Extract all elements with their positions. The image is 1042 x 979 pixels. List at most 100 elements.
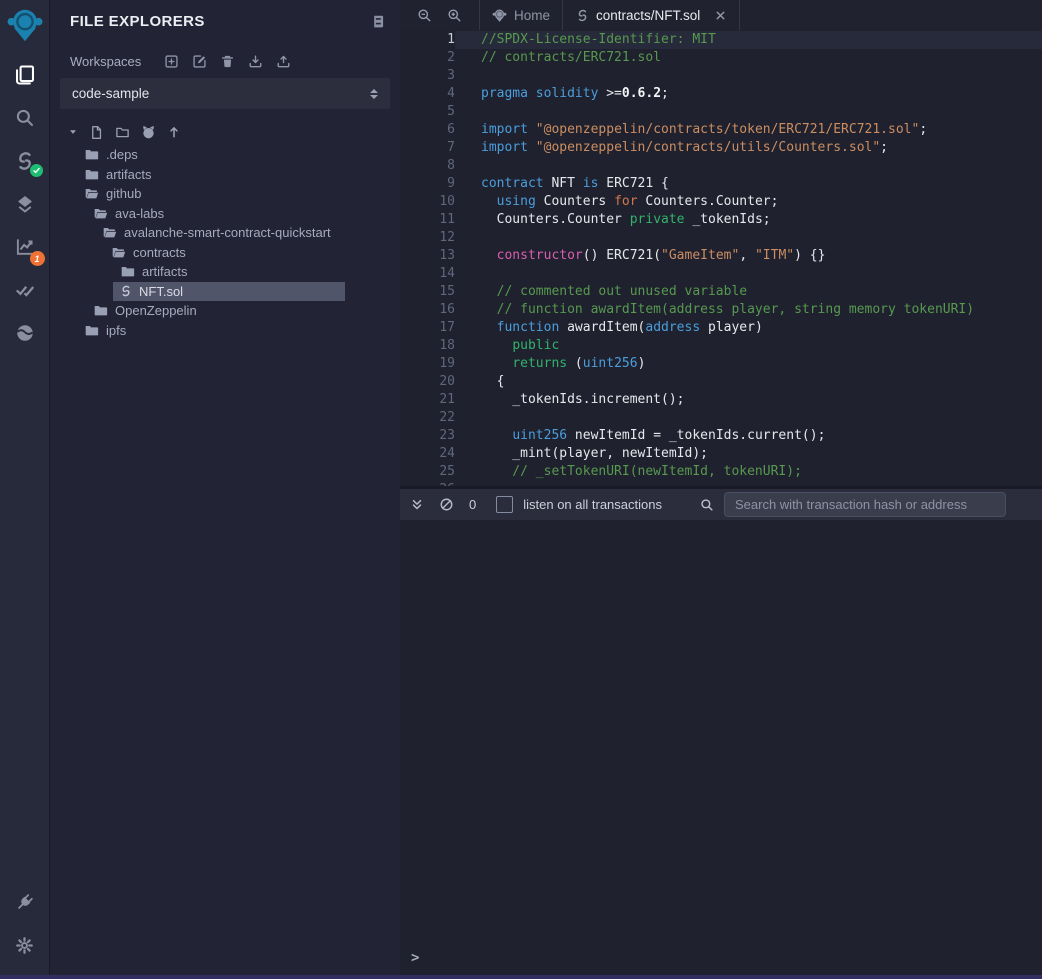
tree-item-avalanche-smart-contract-quickstart[interactable]: avalanche-smart-contract-quickstart (50, 223, 400, 243)
solidity-unit-testing-icon[interactable] (12, 277, 38, 303)
line-number[interactable]: 25 (400, 463, 455, 481)
code-line-21[interactable]: 21 _tokenIds.increment(); (400, 391, 1042, 409)
collapse-chevron-icon[interactable] (68, 127, 78, 137)
line-number[interactable]: 6 (400, 121, 455, 139)
code-editor[interactable]: 1//SPDX-License-Identifier: MIT2// contr… (400, 30, 1042, 486)
listen-transactions-checkbox[interactable] (496, 496, 513, 513)
settings-icon[interactable] (12, 932, 38, 958)
tree-item-github[interactable]: github (50, 184, 400, 204)
line-number[interactable]: 16 (400, 301, 455, 319)
line-number[interactable]: 24 (400, 445, 455, 463)
solidity-icon (576, 9, 589, 22)
zoom-out-icon[interactable] (417, 8, 432, 23)
search-icon[interactable] (12, 105, 38, 131)
tab-home[interactable]: Home (479, 0, 563, 30)
line-number[interactable]: 17 (400, 319, 455, 337)
terminal-toolbar: 0 listen on all transactions (400, 489, 1042, 520)
line-number[interactable]: 4 (400, 85, 455, 103)
tree-item-nft.sol[interactable]: NFT.sol (50, 282, 400, 302)
code-line-7[interactable]: 7import "@openzeppelin/contracts/utils/C… (400, 139, 1042, 157)
download-workspaces-icon[interactable] (248, 54, 263, 69)
tree-item-label: contracts (133, 245, 186, 260)
line-number[interactable]: 10 (400, 193, 455, 211)
code-line-4[interactable]: 4pragma solidity >=0.6.2; (400, 85, 1042, 103)
line-number[interactable]: 9 (400, 175, 455, 193)
new-file-icon[interactable] (89, 125, 104, 140)
code-line-20[interactable]: 20 { (400, 373, 1042, 391)
code-line-15[interactable]: 15 // commented out unused variable (400, 283, 1042, 301)
terminal-output[interactable]: > (400, 520, 1042, 975)
line-number[interactable]: 13 (400, 247, 455, 265)
tab-contracts-nft-sol[interactable]: contracts/NFT.sol (563, 0, 740, 30)
workspaces-row: Workspaces (50, 54, 400, 69)
zoom-in-icon[interactable] (447, 8, 462, 23)
line-number[interactable]: 2 (400, 49, 455, 67)
expand-terminal-icon[interactable] (410, 498, 424, 512)
code-line-1[interactable]: 1//SPDX-License-Identifier: MIT (400, 31, 1042, 49)
line-number[interactable]: 19 (400, 355, 455, 373)
book-icon[interactable] (371, 14, 386, 29)
deploy-and-run-icon[interactable] (12, 191, 38, 217)
code-line-13[interactable]: 13 constructor() ERC721("GameItem", "ITM… (400, 247, 1042, 265)
pending-count: 0 (469, 497, 476, 512)
code-line-9[interactable]: 9contract NFT is ERC721 { (400, 175, 1042, 193)
workspace-select[interactable]: code-sample (60, 78, 390, 109)
code-line-2[interactable]: 2// contracts/ERC721.sol (400, 49, 1042, 67)
delete-workspace-icon[interactable] (220, 54, 235, 69)
code-line-10[interactable]: 10 using Counters for Counters.Counter; (400, 193, 1042, 211)
plugin-sphere-icon[interactable] (12, 320, 38, 346)
tree-item-artifacts[interactable]: artifacts (50, 262, 400, 282)
solidity-compiler-icon[interactable] (12, 148, 38, 174)
folder-open-icon (93, 206, 108, 221)
file-explorer-icon[interactable] (12, 62, 38, 88)
line-number[interactable]: 14 (400, 265, 455, 283)
tree-item-contracts[interactable]: contracts (50, 243, 400, 263)
code-line-11[interactable]: 11 Counters.Counter private _tokenIds; (400, 211, 1042, 229)
tree-toolbar (50, 122, 400, 142)
publish-upload-icon[interactable] (167, 125, 181, 139)
tree-item-.deps[interactable]: .deps (50, 145, 400, 165)
line-number[interactable]: 11 (400, 211, 455, 229)
code-line-23[interactable]: 23 uint256 newItemId = _tokenIds.current… (400, 427, 1042, 445)
code-line-22[interactable]: 22 (400, 409, 1042, 427)
line-number[interactable]: 7 (400, 139, 455, 157)
line-number[interactable]: 8 (400, 157, 455, 175)
tree-item-ipfs[interactable]: ipfs (50, 321, 400, 341)
line-number[interactable]: 3 (400, 67, 455, 85)
code-line-6[interactable]: 6import "@openzeppelin/contracts/token/E… (400, 121, 1042, 139)
new-folder-icon[interactable] (115, 125, 130, 140)
select-carets-icon (370, 89, 378, 99)
line-number[interactable]: 23 (400, 427, 455, 445)
restore-workspaces-icon[interactable] (276, 54, 291, 69)
line-number[interactable]: 21 (400, 391, 455, 409)
tree-item-artifacts[interactable]: artifacts (50, 165, 400, 185)
code-line-19[interactable]: 19 returns (uint256) (400, 355, 1042, 373)
github-clone-icon[interactable] (141, 125, 156, 140)
code-line-8[interactable]: 8 (400, 157, 1042, 175)
tree-item-openzeppelin[interactable]: OpenZeppelin (50, 301, 400, 321)
line-number[interactable]: 18 (400, 337, 455, 355)
line-number[interactable]: 20 (400, 373, 455, 391)
statistics-icon[interactable]: 1 (12, 234, 38, 260)
code-line-5[interactable]: 5 (400, 103, 1042, 121)
remix-logo-icon[interactable] (6, 6, 44, 44)
code-line-14[interactable]: 14 (400, 265, 1042, 283)
close-tab-icon[interactable] (714, 9, 727, 22)
create-workspace-icon[interactable] (164, 54, 179, 69)
transaction-search-input[interactable] (724, 492, 1006, 517)
plugin-manager-icon[interactable] (12, 889, 38, 915)
line-number[interactable]: 1 (400, 31, 455, 49)
rename-workspace-icon[interactable] (192, 54, 207, 69)
line-number[interactable]: 12 (400, 229, 455, 247)
code-line-3[interactable]: 3 (400, 67, 1042, 85)
code-line-17[interactable]: 17 function awardItem(address player) (400, 319, 1042, 337)
code-line-16[interactable]: 16 // function awardItem(address player,… (400, 301, 1042, 319)
code-line-25[interactable]: 25 // _setTokenURI(newItemId, tokenURI); (400, 463, 1042, 481)
code-line-24[interactable]: 24 _mint(player, newItemId); (400, 445, 1042, 463)
line-number[interactable]: 5 (400, 103, 455, 121)
code-line-18[interactable]: 18 public (400, 337, 1042, 355)
tree-item-ava-labs[interactable]: ava-labs (50, 204, 400, 224)
line-number[interactable]: 15 (400, 283, 455, 301)
line-number[interactable]: 22 (400, 409, 455, 427)
code-line-12[interactable]: 12 (400, 229, 1042, 247)
